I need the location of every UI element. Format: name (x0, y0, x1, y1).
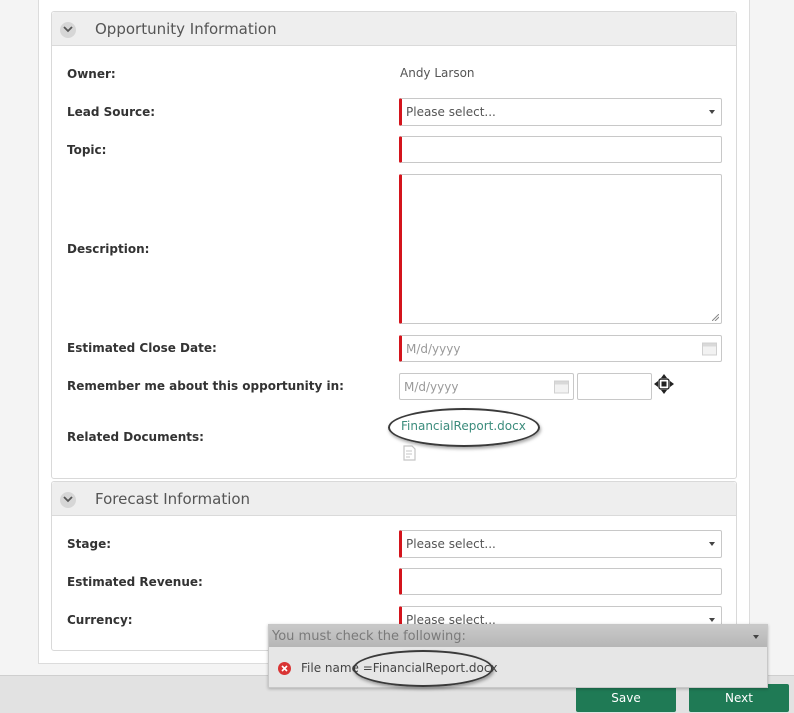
remember-time-input[interactable] (577, 373, 652, 400)
lead-source-label: Lead Source: (67, 105, 156, 119)
description-label: Description: (67, 242, 150, 256)
chevron-down-icon[interactable] (753, 635, 759, 639)
section-title: Opportunity Information (95, 20, 277, 38)
revenue-label: Estimated Revenue: (67, 575, 203, 589)
stage-select[interactable]: Please select... (399, 530, 722, 558)
opportunity-section-header[interactable]: Opportunity Information (52, 12, 736, 46)
highlight-ellipse (388, 408, 540, 447)
form-panel: Opportunity Information Owner: Andy Lars… (38, 0, 750, 664)
error-icon (278, 662, 291, 675)
topic-label: Topic: (67, 143, 107, 157)
revenue-input[interactable] (399, 568, 722, 595)
stage-value: Please select... (406, 537, 496, 551)
resize-handle-icon[interactable] (712, 314, 719, 321)
section-title: Forecast Information (95, 490, 251, 508)
collapse-chevron-icon[interactable] (60, 22, 76, 38)
dropdown-arrow-icon (709, 617, 715, 622)
forecast-section-header[interactable]: Forecast Information (52, 482, 736, 516)
remember-date-placeholder: M/d/yyyy (404, 379, 459, 394)
next-button[interactable]: Next (689, 684, 789, 712)
validation-popup: You must check the following: File name … (268, 624, 768, 688)
topic-input[interactable] (399, 136, 722, 163)
dropdown-arrow-icon (709, 542, 715, 546)
documents-label: Related Documents: (67, 430, 204, 444)
remember-label: Remember me about this opportunity in: (67, 379, 344, 393)
lead-source-value: Please select... (406, 105, 496, 119)
save-button[interactable]: Save (576, 684, 676, 712)
lead-source-select[interactable]: Please select... (399, 98, 722, 126)
calendar-icon[interactable] (702, 342, 717, 355)
close-date-placeholder: M/d/yyyy (406, 341, 461, 356)
close-date-label: Estimated Close Date: (67, 341, 217, 355)
attach-file-icon[interactable] (401, 444, 419, 462)
move-target-icon[interactable] (653, 373, 675, 395)
owner-value: Andy Larson (400, 66, 475, 80)
owner-label: Owner: (67, 67, 116, 81)
validation-popup-header[interactable]: You must check the following: (269, 625, 767, 647)
dropdown-arrow-icon (709, 110, 715, 114)
validation-title: You must check the following: (272, 629, 466, 644)
description-textarea[interactable] (399, 174, 722, 324)
close-date-input[interactable]: M/d/yyyy (399, 335, 722, 362)
calendar-icon[interactable] (554, 380, 569, 393)
opportunity-section: Opportunity Information Owner: Andy Lars… (51, 11, 737, 479)
highlight-ellipse (353, 650, 493, 687)
remember-date-input[interactable]: M/d/yyyy (399, 373, 574, 400)
collapse-chevron-icon[interactable] (60, 492, 76, 508)
currency-label: Currency: (67, 613, 133, 627)
stage-label: Stage: (67, 537, 112, 551)
